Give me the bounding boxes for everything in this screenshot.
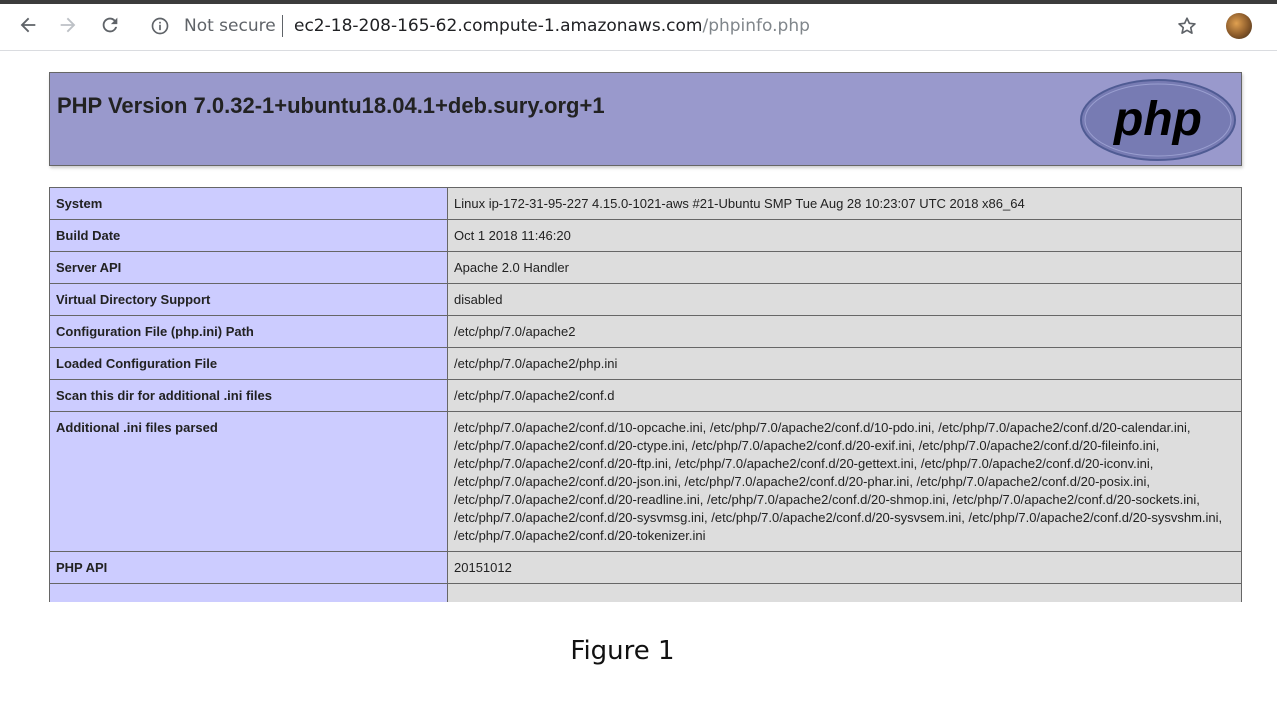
php-logo-text: php: [1112, 93, 1202, 146]
address-bar[interactable]: ec2-18-208-165-62.compute-1.amazonaws.co…: [294, 16, 810, 36]
forward-button[interactable]: [55, 12, 81, 38]
row-value: 20151012: [447, 551, 1242, 584]
reload-icon: [102, 17, 118, 33]
row-label: System: [49, 187, 448, 220]
row-label: Additional .ini files parsed: [49, 411, 448, 552]
row-value: Linux ip-172-31-95-227 4.15.0-1021-aws #…: [447, 187, 1242, 220]
row-value: [447, 583, 1242, 602]
table-row: Scan this dir for additional .ini files /…: [49, 379, 1242, 412]
arrow-left-icon: [20, 17, 36, 33]
row-label: Server API: [49, 251, 448, 284]
row-value: /etc/php/7.0/apache2/conf.d: [447, 379, 1242, 412]
row-label: Scan this dir for additional .ini files: [49, 379, 448, 412]
row-value: disabled: [447, 283, 1242, 316]
row-value: /etc/php/7.0/apache2: [447, 315, 1242, 348]
table-row: Virtual Directory Support disabled: [49, 283, 1242, 316]
url-separator: [282, 15, 283, 37]
url-path: /phpinfo.php: [702, 16, 810, 36]
figure-caption: Figure 1: [570, 636, 675, 666]
browser-toolbar: Not secure ec2-18-208-165-62.compute-1.a…: [0, 0, 1277, 51]
row-label: Loaded Configuration File: [49, 347, 448, 380]
php-version-header: PHP Version 7.0.32-1+ubuntu18.04.1+deb.s…: [49, 72, 1242, 166]
row-label: Configuration File (php.ini) Path: [49, 315, 448, 348]
back-button[interactable]: [15, 12, 41, 38]
phpinfo-table-viewport: System Linux ip-172-31-95-227 4.15.0-1021…: [0, 187, 1277, 602]
row-label: PHP API: [49, 551, 448, 584]
reload-button[interactable]: [97, 12, 123, 38]
row-label: Build Date: [49, 219, 448, 252]
row-value: /etc/php/7.0/apache2/conf.d/10-opcache.i…: [447, 411, 1242, 552]
table-row: Configuration File (php.ini) Path/etc/ph…: [49, 315, 1242, 348]
profile-avatar[interactable]: [1226, 13, 1252, 39]
table-row: PHP API 20151012: [49, 551, 1242, 584]
table-row: System Linux ip-172-31-95-227 4.15.0-1021…: [49, 187, 1242, 220]
arrow-right-icon: [60, 17, 76, 33]
row-value: Oct 1 2018 11:46:20: [447, 219, 1242, 252]
url-host: ec2-18-208-165-62.compute-1.amazonaws.co…: [294, 16, 703, 36]
table-row: [49, 583, 1242, 602]
row-value: /etc/php/7.0/apache2/php.ini: [447, 347, 1242, 380]
row-value: Apache 2.0 Handler: [447, 251, 1242, 284]
row-label: Virtual Directory Support: [49, 283, 448, 316]
bookmark-star-icon[interactable]: [1176, 15, 1198, 37]
table-row: Loaded Configuration File/etc/php/7.0/ap…: [49, 347, 1242, 380]
security-status[interactable]: Not secure: [184, 16, 276, 36]
info-icon[interactable]: [150, 16, 170, 36]
table-row: Server API Apache 2.0 Handler: [49, 251, 1242, 284]
php-version-title: PHP Version 7.0.32-1+ubuntu18.04.1+deb.s…: [57, 93, 605, 118]
row-label: [49, 583, 448, 602]
table-row: Build Date Oct 1 2018 11:46:20: [49, 219, 1242, 252]
php-logo: php: [1080, 79, 1236, 161]
phpinfo-table: System Linux ip-172-31-95-227 4.15.0-1021…: [49, 187, 1242, 602]
table-row: Additional .ini files parsed/etc/php/7.0…: [49, 411, 1242, 552]
